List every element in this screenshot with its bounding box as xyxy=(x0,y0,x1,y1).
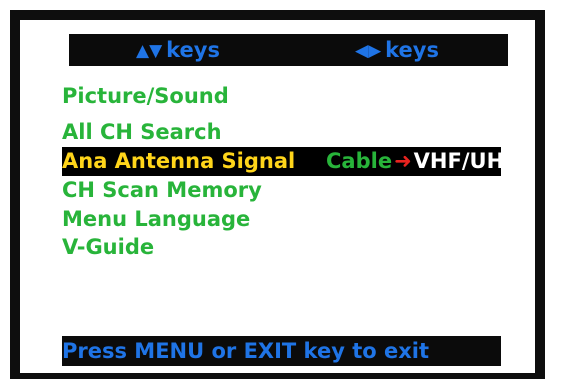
option-from-value: Cable xyxy=(326,149,393,173)
menu-item-ch-scan-memory[interactable]: CH Scan Memory xyxy=(62,176,262,204)
menu-item-menu-language[interactable]: Menu Language xyxy=(62,205,250,233)
exit-hint-bar: Press MENU or EXIT key to exit xyxy=(62,336,501,366)
left-right-keys-label: keys xyxy=(385,38,439,62)
right-arrow-icon: ➜ xyxy=(394,149,412,173)
menu-item-ana-antenna-signal[interactable]: Ana Antenna Signal Cable➜VHF/UHF xyxy=(62,147,519,176)
left-right-triangle-icon: ◀▶ xyxy=(355,41,382,61)
key-hint-bar: ▲▼ keys ◀▶ keys xyxy=(69,34,508,66)
menu-item-v-guide[interactable]: V-Guide xyxy=(62,233,154,261)
up-down-triangle-icon: ▲▼ xyxy=(136,41,163,61)
menu-item-all-ch-search[interactable]: All CH Search xyxy=(62,118,222,146)
selected-item-label: Ana Antenna Signal xyxy=(62,149,296,173)
left-right-keys-hint: ◀▶ keys xyxy=(355,34,439,66)
up-down-keys-label: keys xyxy=(166,38,220,62)
tv-menu-screen: ▲▼ keys ◀▶ keys Picture/Sound All CH Searc… xyxy=(10,10,545,379)
exit-hint-text: Press MENU or EXIT key to exit xyxy=(62,339,430,363)
up-down-keys-hint: ▲▼ keys xyxy=(136,34,220,66)
menu-item-picture-sound[interactable]: Picture/Sound xyxy=(62,82,229,110)
antenna-signal-option[interactable]: Cable➜VHF/UHF xyxy=(326,147,519,176)
option-to-value: VHF/UHF xyxy=(413,149,519,173)
